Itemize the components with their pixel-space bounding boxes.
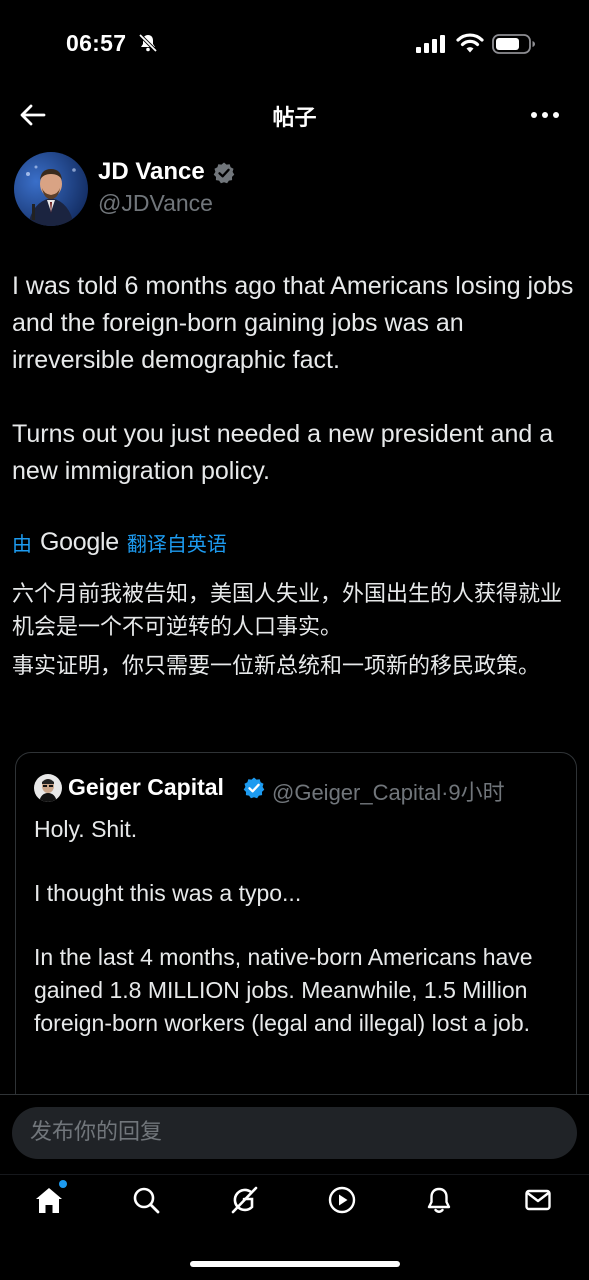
grok-icon <box>231 1186 258 1214</box>
battery-icon <box>492 34 535 54</box>
verified-badge-icon <box>213 162 235 184</box>
author-handle[interactable]: @JDVance <box>98 190 213 217</box>
translation-attribution[interactable]: 由 Google 翻译自英语 <box>12 527 227 557</box>
quote-paragraph: I thought this was a typo... <box>34 880 302 906</box>
verified-badge-icon <box>243 777 265 799</box>
translated-body: 六个月前我被告知，美国人失业，外国出生的人获得就业机会是一个不可逆转的人口事实。… <box>12 578 578 689</box>
translation-prefix: 由 <box>12 531 32 556</box>
translated-paragraph: 六个月前我被告知，美国人失业，外国出生的人获得就业机会是一个不可逆转的人口事实。 <box>12 582 563 640</box>
tab-grok[interactable] <box>229 1185 259 1215</box>
author-avatar[interactable] <box>14 152 88 226</box>
home-indicator[interactable] <box>190 1261 400 1267</box>
quote-author-name: Geiger Capital <box>68 774 224 800</box>
messages-mail-icon <box>525 1189 551 1211</box>
quote-body: Holy. Shit. I thought this was a typo...… <box>34 813 564 1071</box>
reply-input[interactable]: 发布你的回复 <box>12 1107 577 1159</box>
status-bar: 06:57 <box>0 0 589 88</box>
quote-timestamp: 9小时 <box>448 780 505 805</box>
quote-paragraph: Holy. Shit. <box>34 816 138 842</box>
status-time: 06:57 <box>66 30 127 56</box>
top-nav-bar: 帖子 <box>0 88 589 144</box>
quote-author-handle: @Geiger_Capital <box>272 780 442 805</box>
page-title: 帖子 <box>272 106 317 131</box>
translated-paragraph: 事实证明，你只需要一位新总统和一项新的移民政策。 <box>12 654 541 679</box>
more-options-icon[interactable] <box>528 100 562 130</box>
author-name[interactable]: JD Vance <box>98 158 205 186</box>
video-play-icon <box>328 1186 356 1214</box>
wifi-icon <box>456 33 484 53</box>
translation-label: 翻译自英语 <box>126 531 227 556</box>
tweet-body: I was told 6 months ago that Americans l… <box>12 268 580 527</box>
tweet-paragraph: I was told 6 months ago that Americans l… <box>12 272 574 374</box>
home-icon <box>36 1188 62 1213</box>
quote-paragraph: In the last 4 months, native-born Americ… <box>34 944 533 1036</box>
quoted-tweet-card[interactable]: Geiger Capital @Geiger_Capital·9小时 Holy.… <box>15 752 577 1152</box>
notifications-bell-icon <box>427 1187 451 1213</box>
quote-author-avatar <box>34 774 62 802</box>
bell-muted-icon <box>138 33 158 53</box>
tab-video[interactable] <box>327 1185 357 1215</box>
tab-search[interactable] <box>131 1185 161 1215</box>
tab-home[interactable] <box>34 1180 67 1215</box>
google-logo: Google <box>40 527 119 556</box>
tab-messages[interactable] <box>523 1185 553 1215</box>
cellular-signal-icon <box>416 35 445 53</box>
tweet-paragraph: Turns out you just needed a new presiden… <box>12 420 554 485</box>
notification-dot <box>59 1180 67 1188</box>
reply-bar: 发布你的回复 <box>0 1094 589 1174</box>
tab-notifications[interactable] <box>424 1185 454 1215</box>
search-icon <box>133 1187 160 1214</box>
quote-meta: @Geiger_Capital·9小时 <box>272 775 505 807</box>
